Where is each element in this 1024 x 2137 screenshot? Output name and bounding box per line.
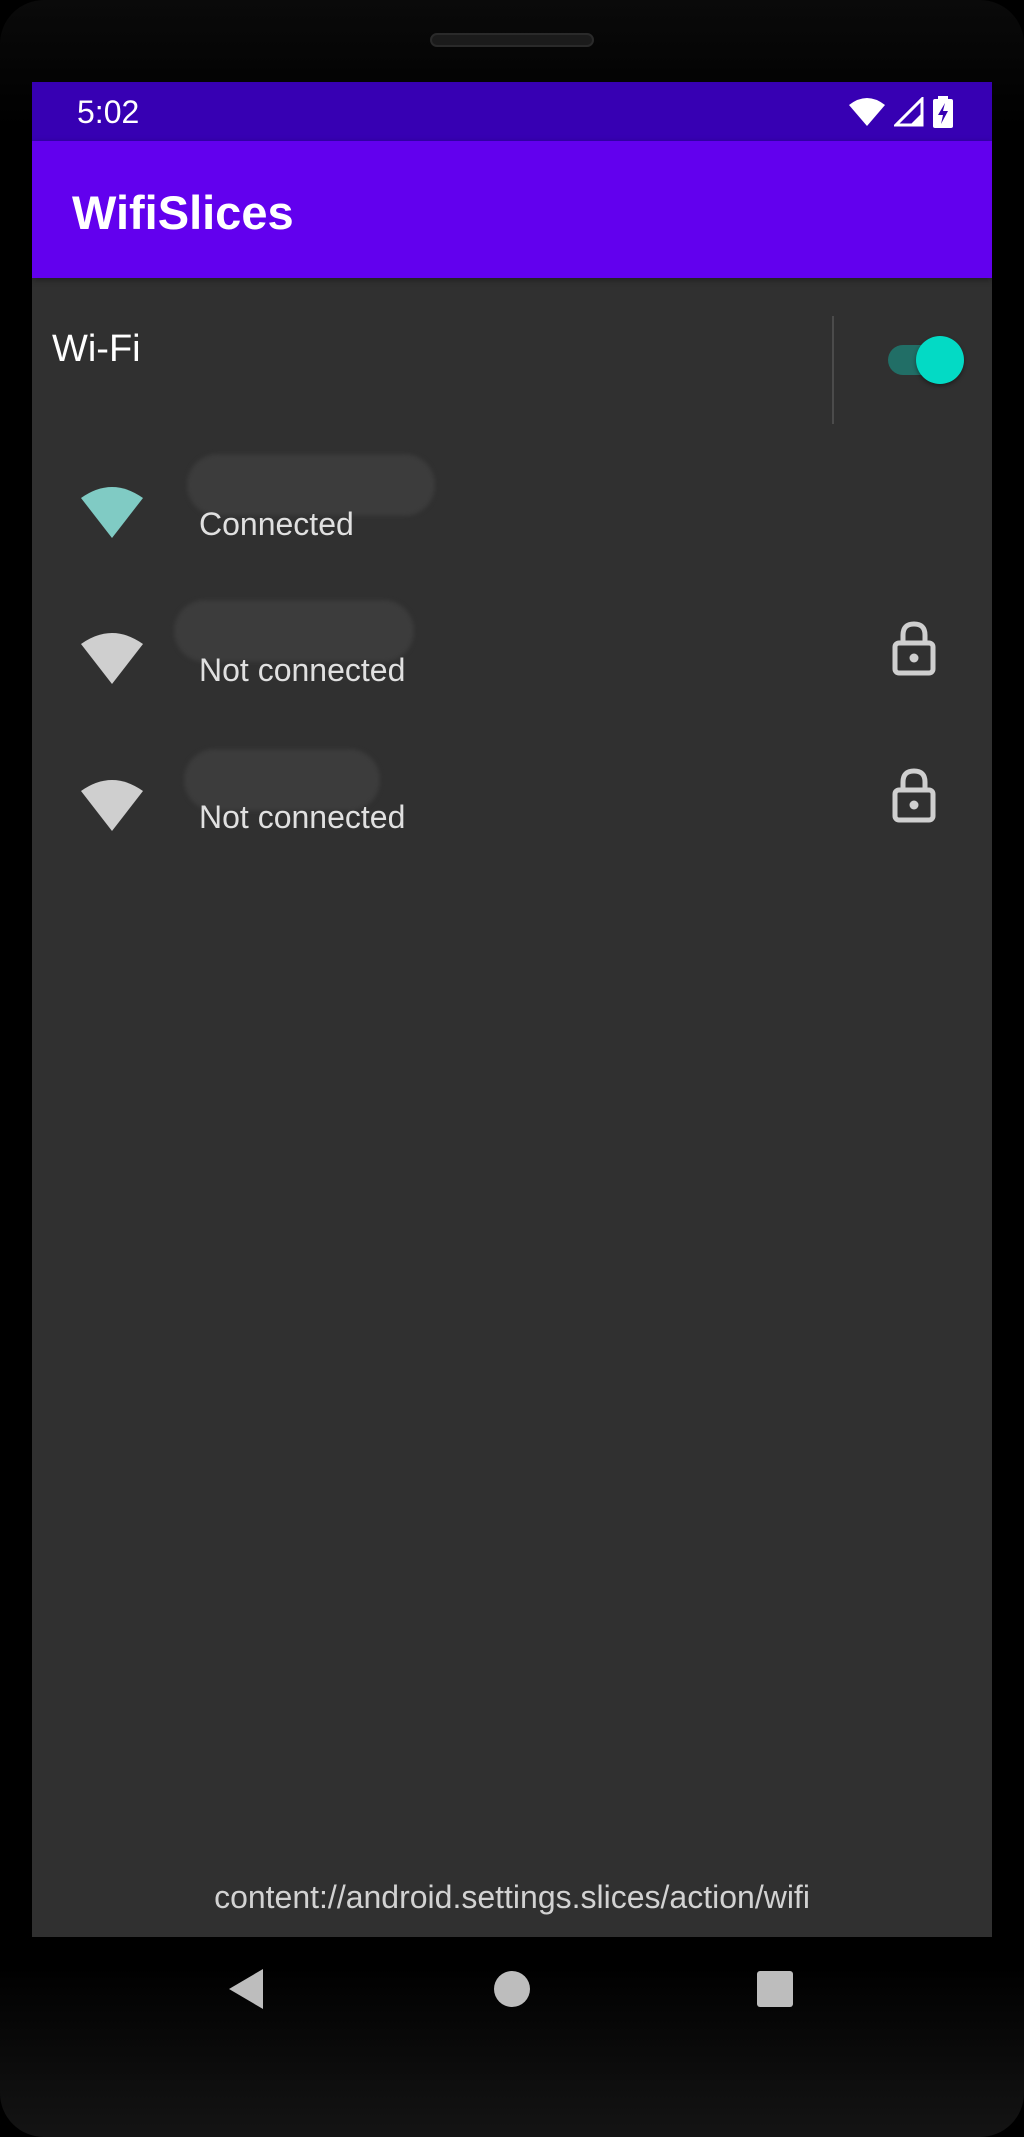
status-time: 5:02 bbox=[77, 94, 140, 130]
app-title: WifiSlices bbox=[72, 186, 294, 239]
wifi-toggle-row[interactable]: Wi-Fi bbox=[32, 278, 992, 424]
wifi-toggle-switch[interactable] bbox=[884, 336, 964, 384]
recents-icon[interactable] bbox=[755, 1967, 795, 2011]
earpiece-speaker bbox=[430, 33, 594, 47]
network-item[interactable]: Not connected bbox=[32, 600, 992, 740]
lock-icon bbox=[892, 621, 936, 676]
home-icon[interactable] bbox=[492, 1967, 532, 2011]
wifi-signal-icon bbox=[81, 633, 143, 684]
app-bar: WifiSlices bbox=[32, 141, 992, 278]
network-status: Connected bbox=[199, 506, 354, 542]
wifi-icon bbox=[849, 98, 885, 126]
wifi-signal-icon bbox=[81, 487, 143, 538]
wifi-label: Wi-Fi bbox=[52, 328, 141, 370]
phone-frame: 5:02 WifiSlices Wi-Fi Connected Not conn… bbox=[0, 0, 1024, 2137]
lock-icon bbox=[892, 768, 936, 823]
back-icon[interactable] bbox=[227, 1967, 267, 2011]
status-bar: 5:02 bbox=[32, 82, 992, 141]
battery-charging-icon bbox=[933, 96, 953, 128]
network-item[interactable]: Connected bbox=[32, 454, 992, 594]
toggle-thumb bbox=[916, 336, 964, 384]
divider bbox=[832, 316, 834, 424]
status-icons bbox=[848, 92, 954, 132]
slice-uri-text: content://android.settings.slices/action… bbox=[214, 1879, 810, 1915]
network-item[interactable]: Not connected bbox=[32, 747, 992, 887]
network-status: Not connected bbox=[199, 652, 406, 688]
signal-icon bbox=[894, 97, 924, 127]
navigation-bar bbox=[32, 1937, 992, 2057]
screen: 5:02 WifiSlices Wi-Fi Connected Not conn… bbox=[32, 82, 992, 1937]
wifi-signal-icon bbox=[81, 780, 143, 831]
network-status: Not connected bbox=[199, 799, 406, 835]
